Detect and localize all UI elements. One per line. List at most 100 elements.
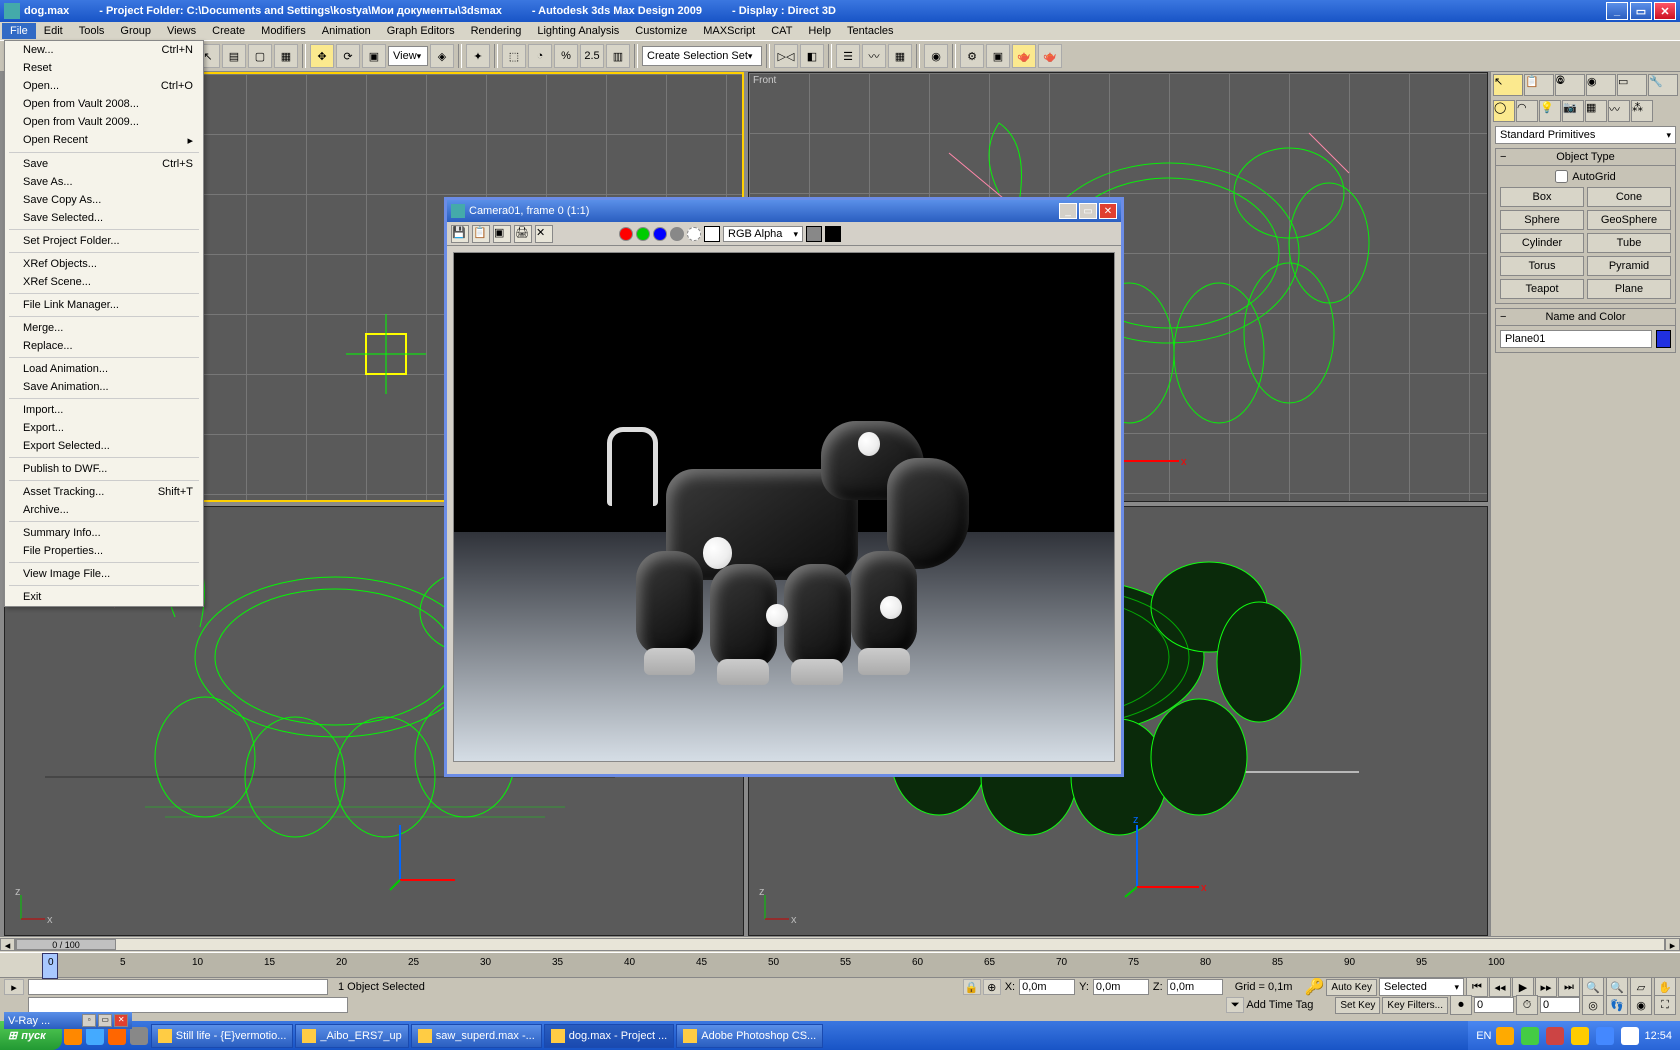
absolute-mode-button[interactable]: ⊕ [983,979,1001,995]
primitive-teapot-button[interactable]: Teapot [1500,279,1584,299]
scale-button[interactable]: ▣ [362,44,386,68]
maximize-viewport-button[interactable]: ⛶ [1654,995,1676,1015]
green-channel-button[interactable] [636,227,650,241]
file-menu-load-animation[interactable]: Load Animation... [5,360,203,378]
file-menu-replace[interactable]: Replace... [5,337,203,355]
file-menu-reset[interactable]: Reset [5,59,203,77]
vray-maximize-button[interactable]: ▭ [98,1014,112,1027]
close-button[interactable]: ✕ [1654,2,1676,20]
menu-item-maxscript[interactable]: MAXScript [695,23,763,39]
zoom-button[interactable]: 🔍 [1606,977,1628,997]
walk-through-button[interactable]: 👣 [1606,995,1628,1015]
prompt-field[interactable] [28,979,328,995]
clone-window-button[interactable]: ▣ [493,225,511,243]
quicklaunch-icon[interactable] [86,1027,104,1045]
create-tab[interactable]: ↖ [1493,74,1523,96]
manipulate-button[interactable]: ✦ [466,44,490,68]
primitive-cylinder-button[interactable]: Cylinder [1500,233,1584,253]
menu-item-animation[interactable]: Animation [314,23,379,39]
select-by-name-button[interactable]: ▤ [222,44,246,68]
taskbar-task[interactable]: Still life - {E}vermotio... [151,1024,294,1048]
spinner-input[interactable] [1540,997,1580,1013]
red-channel-button[interactable] [619,227,633,241]
hierarchy-tab[interactable]: 🞋 [1555,74,1585,96]
file-menu-new[interactable]: New...Ctrl+N [5,41,203,59]
clear-button[interactable]: ✕ [535,225,553,243]
taskbar-task[interactable]: Adobe Photoshop CS... [676,1024,823,1048]
quicklaunch-icon[interactable] [130,1027,148,1045]
primitive-pyramid-button[interactable]: Pyramid [1587,256,1671,276]
rotate-button[interactable]: ⟳ [336,44,360,68]
render-minimize-button[interactable]: _ [1059,203,1077,219]
file-menu-merge[interactable]: Merge... [5,319,203,337]
move-button[interactable]: ✥ [310,44,334,68]
copy-image-button[interactable]: 📋 [472,225,490,243]
pan-button[interactable]: ✋ [1654,977,1676,997]
render-maximize-button[interactable]: ▭ [1079,203,1097,219]
set-key-button[interactable]: Set Key [1335,997,1380,1014]
primitive-geosphere-button[interactable]: GeoSphere [1587,210,1671,230]
color-swatch-white[interactable] [704,226,720,242]
menu-item-tentacles[interactable]: Tentacles [839,23,901,39]
file-menu-xref-objects[interactable]: XRef Objects... [5,255,203,273]
next-frame-button[interactable]: ▸▸ [1535,977,1557,997]
ref-coord-dropdown[interactable]: View [388,46,428,66]
lock-selection-button[interactable]: 🔒 [963,979,981,995]
window-crossing-button[interactable]: ▦ [274,44,298,68]
render-close-button[interactable]: ✕ [1099,203,1117,219]
file-menu-exit[interactable]: Exit [5,588,203,606]
file-menu-summary-info[interactable]: Summary Info... [5,524,203,542]
channel-dropdown[interactable]: RGB Alpha [723,226,803,242]
file-menu-archive[interactable]: Archive... [5,501,203,519]
menu-item-file[interactable]: File [2,23,36,39]
percent-snap-button[interactable]: % [554,44,578,68]
taskbar-task[interactable]: saw_superd.max -... [411,1024,542,1048]
tray-icon[interactable] [1596,1027,1614,1045]
language-indicator[interactable]: EN [1476,1030,1491,1042]
file-menu-open[interactable]: Open...Ctrl+O [5,77,203,95]
vray-close-button[interactable]: ✕ [114,1014,128,1027]
vray-restore-button[interactable]: ▫ [82,1014,96,1027]
material-editor-button[interactable]: ◉ [924,44,948,68]
z-input[interactable] [1167,979,1223,995]
angle-snap-button[interactable]: ◔ [528,44,552,68]
taskbar-task[interactable]: _Aibo_ERS7_up [295,1024,408,1048]
auto-key-button[interactable]: Auto Key [1326,979,1377,996]
quicklaunch-icon[interactable] [108,1027,126,1045]
menu-item-help[interactable]: Help [800,23,839,39]
overlay-button[interactable] [806,226,822,242]
display-tab[interactable]: ▭ [1617,74,1647,96]
tray-icon[interactable] [1521,1027,1539,1045]
object-name-input[interactable] [1505,333,1647,345]
time-tag-button[interactable]: ⏷ [1226,997,1244,1013]
tray-icon[interactable] [1621,1027,1639,1045]
systems-icon[interactable]: ⁂ [1631,100,1653,122]
file-menu-publish-to-dwf[interactable]: Publish to DWF... [5,460,203,478]
rendered-frame-button[interactable]: ▣ [986,44,1010,68]
file-menu-save[interactable]: SaveCtrl+S [5,155,203,173]
file-menu-file-properties[interactable]: File Properties... [5,542,203,560]
minimize-button[interactable]: _ [1606,2,1628,20]
time-ruler[interactable]: 0510152025303540455055606570758085909510… [0,952,1680,978]
menu-item-views[interactable]: Views [159,23,204,39]
time-config-button[interactable]: ⏱ [1516,995,1538,1015]
shapes-icon[interactable]: ◠ [1516,100,1538,122]
file-menu-set-project-folder[interactable]: Set Project Folder... [5,232,203,250]
curve-editor-button[interactable]: 〰 [862,44,886,68]
primitive-category-dropdown[interactable]: Standard Primitives [1495,126,1676,144]
align-button[interactable]: ◧ [800,44,824,68]
file-menu-open-from-vault-2009[interactable]: Open from Vault 2009... [5,113,203,131]
render-setup-button[interactable]: ⚙ [960,44,984,68]
menu-item-customize[interactable]: Customize [627,23,695,39]
key-mode-toggle-button[interactable]: ⏺ [1450,995,1472,1015]
cameras-icon[interactable]: 📷 [1562,100,1584,122]
modify-tab[interactable]: 📋 [1524,74,1554,96]
menu-item-graph-editors[interactable]: Graph Editors [379,23,463,39]
edged-faces-button[interactable]: ▥ [606,44,630,68]
object-type-rollout-header[interactable]: −Object Type [1496,149,1675,166]
menu-item-rendering[interactable]: Rendering [463,23,530,39]
bg-swatch[interactable] [825,226,841,242]
spinner-snap-button[interactable]: 2.5 [580,44,604,68]
play-button[interactable]: ▶ [1512,977,1534,997]
mirror-button[interactable]: ▷◁ [774,44,798,68]
